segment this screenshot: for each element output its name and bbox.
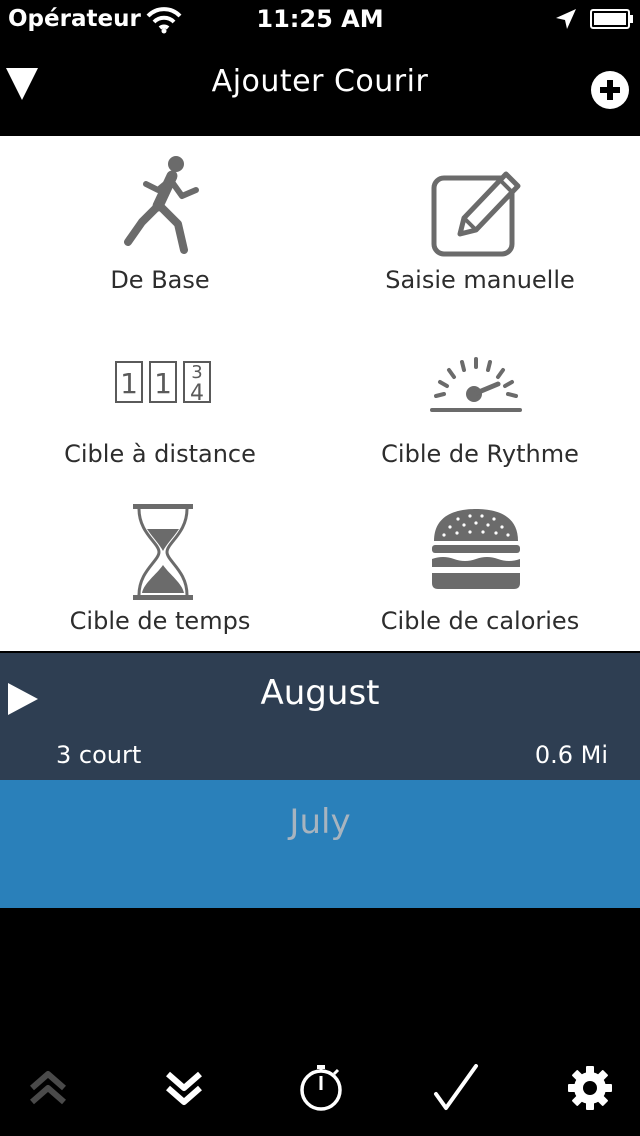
odometer-icon: 1 1 3 4 xyxy=(115,361,211,404)
checkmark-icon[interactable] xyxy=(432,1064,480,1112)
burger-icon xyxy=(432,509,520,589)
workout-basic[interactable]: De Base xyxy=(0,136,320,306)
odometer-digit: 1 xyxy=(154,367,172,400)
hourglass-icon xyxy=(133,504,193,600)
odometer-digit: 1 xyxy=(120,367,138,400)
month-section-august[interactable]: August 3 court 0.6 Mi xyxy=(0,653,640,780)
workout-type-grid: De Base Saisie manuelle 1 1 3 4 Cible à … xyxy=(0,136,640,651)
location-icon xyxy=(556,9,576,29)
workout-distance-target[interactable]: 1 1 3 4 Cible à distance xyxy=(0,326,320,486)
total-distance: 0.6 Mi xyxy=(534,741,608,769)
workout-time-target[interactable]: Cible de temps xyxy=(0,501,320,651)
nav-bar: Ajouter Courir xyxy=(0,40,640,136)
workout-label: Cible de calories xyxy=(380,607,580,635)
workout-label: Saisie manuelle xyxy=(385,266,575,294)
workout-label: Cible à distance xyxy=(64,440,256,468)
month-section-july[interactable]: July xyxy=(0,780,640,908)
month-name: August xyxy=(260,673,380,713)
battery-icon xyxy=(590,9,633,29)
chevrons-down-icon[interactable] xyxy=(160,1064,208,1112)
speedometer-icon xyxy=(430,357,522,412)
runner-icon xyxy=(124,156,199,254)
run-count: 3 court xyxy=(56,741,142,769)
page-title: Ajouter Courir xyxy=(211,64,429,99)
chevrons-up-icon[interactable] xyxy=(24,1064,72,1112)
bottom-toolbar xyxy=(0,1040,640,1136)
odometer-digit: 4 xyxy=(190,381,204,404)
workout-calorie-target[interactable]: Cible de calories xyxy=(320,501,640,651)
plus-circle-icon[interactable] xyxy=(590,70,630,110)
gear-icon[interactable] xyxy=(566,1064,614,1112)
stopwatch-icon[interactable] xyxy=(296,1062,346,1112)
workout-label: De Base xyxy=(110,266,210,294)
pencil-square-icon xyxy=(431,171,521,257)
workout-label: Cible de Rythme xyxy=(381,440,579,468)
workout-label: Cible de temps xyxy=(69,607,251,635)
status-bar: Opérateur 11:25 AM xyxy=(0,0,640,40)
workout-manual-entry[interactable]: Saisie manuelle xyxy=(320,136,640,306)
month-name: July xyxy=(289,802,351,842)
clock: 11:25 AM xyxy=(256,5,384,33)
workout-pace-target[interactable]: Cible de Rythme xyxy=(320,326,640,486)
odometer-digit: 3 xyxy=(191,362,202,383)
